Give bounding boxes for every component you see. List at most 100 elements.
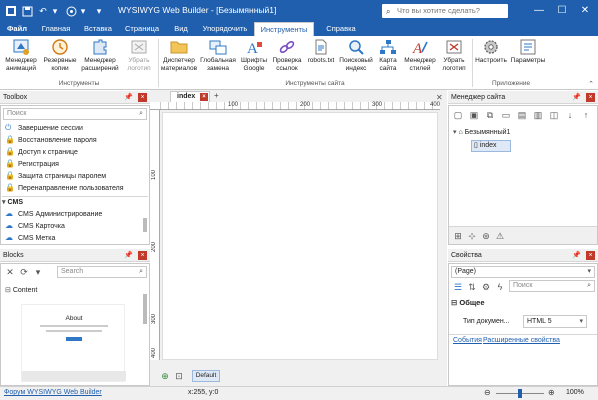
sort-icon[interactable]: ⇅ bbox=[465, 280, 479, 294]
extension-manager-button[interactable]: Менеджер расширений bbox=[80, 38, 120, 72]
search-index-button[interactable]: Поисковый индекс bbox=[338, 38, 374, 72]
new-tab-button[interactable]: + bbox=[214, 91, 219, 100]
animation-manager-button[interactable]: Менеджер анимаций bbox=[2, 38, 40, 72]
close-document-icon[interactable]: ✕ bbox=[436, 93, 443, 102]
toolbox-item[interactable]: ☁ CMS Администрирование bbox=[5, 208, 102, 220]
backup-button[interactable]: Резервные копии bbox=[42, 38, 78, 72]
pin-icon[interactable]: 📌 bbox=[124, 251, 133, 260]
page-icon[interactable]: ▭ bbox=[499, 108, 513, 122]
new-page-icon[interactable]: ▢ bbox=[451, 108, 465, 122]
toolbox-item[interactable]: 🔒 Доступ к странице bbox=[5, 146, 78, 158]
close-button[interactable]: ✕ bbox=[574, 2, 596, 20]
dropdown-icon[interactable]: ▾ bbox=[31, 265, 45, 279]
copy-page-icon[interactable]: ⧉ bbox=[483, 108, 497, 122]
save-icon[interactable] bbox=[20, 4, 34, 18]
tab-home[interactable]: Главная bbox=[36, 22, 76, 36]
blocks-close-button[interactable]: × bbox=[138, 251, 147, 260]
editor-scrollbar[interactable] bbox=[440, 110, 447, 360]
collapse-ribbon-icon[interactable]: ⌃ bbox=[588, 80, 594, 88]
pin-icon[interactable]: 📌 bbox=[572, 251, 581, 260]
properties-icon[interactable]: ▥ bbox=[531, 108, 545, 122]
dropdown-icon[interactable]: ▾ bbox=[48, 4, 62, 18]
site-map-button[interactable]: Карта сайта bbox=[374, 38, 402, 72]
default-layer-tab[interactable]: Default bbox=[192, 370, 220, 382]
style-manager-button[interactable]: A Менеджер стилей bbox=[402, 38, 438, 72]
wrench-icon[interactable]: ⚙ bbox=[479, 280, 493, 294]
lightning-icon[interactable]: ϟ bbox=[493, 280, 507, 294]
google-fonts-button[interactable]: A Шрифты Google bbox=[238, 38, 270, 72]
page-canvas[interactable] bbox=[162, 112, 438, 360]
toolbox-item[interactable]: ☁ CMS Метка bbox=[5, 232, 55, 244]
clear-icon[interactable]: ✕ bbox=[3, 265, 17, 279]
dropdown-icon[interactable]: ▾ bbox=[76, 4, 90, 18]
blocks-search-input[interactable]: Search ⌕ bbox=[57, 266, 147, 278]
svg-text:A: A bbox=[247, 41, 258, 56]
properties-section-general[interactable]: ⊟ Общее bbox=[451, 298, 485, 307]
tab-view[interactable]: Вид bbox=[166, 22, 196, 36]
tab-arrange[interactable]: Упорядочить bbox=[198, 22, 252, 36]
toolbox-item[interactable]: 🔒 Регистрация bbox=[5, 158, 59, 170]
categorized-icon[interactable]: ☰ bbox=[451, 280, 465, 294]
tab-help[interactable]: Справка bbox=[318, 22, 364, 36]
customize-icon[interactable]: ▾ bbox=[92, 4, 106, 18]
block-preview[interactable]: About bbox=[21, 304, 126, 382]
tab-insert[interactable]: Вставка bbox=[78, 22, 118, 36]
delete-icon[interactable]: ▤ bbox=[515, 108, 529, 122]
tell-me-search[interactable]: ⌕ Что вы хотите сделать? bbox=[382, 4, 508, 18]
refresh-icon[interactable]: ⟳ bbox=[17, 265, 31, 279]
zoom-slider-thumb[interactable] bbox=[518, 389, 522, 398]
zoom-out-button[interactable]: ⊖ bbox=[484, 388, 491, 397]
pin-icon[interactable]: 📌 bbox=[572, 93, 581, 102]
doctype-select[interactable]: HTML 5 ▾ bbox=[523, 315, 587, 328]
events-link[interactable]: События bbox=[453, 337, 482, 344]
pin-icon[interactable]: ⊹ bbox=[465, 229, 479, 243]
toolbox-scrollbar[interactable] bbox=[143, 218, 147, 232]
material-manager-button[interactable]: Диспетчер материалов bbox=[160, 38, 198, 72]
remove-logo-button[interactable]: Убрать логотип bbox=[122, 38, 156, 72]
tab-close-button[interactable]: × bbox=[200, 93, 208, 101]
parameters-button[interactable]: Параметры bbox=[508, 38, 548, 65]
tab-page[interactable]: Страница bbox=[120, 22, 164, 36]
tab-index[interactable]: index × bbox=[170, 91, 210, 102]
advanced-properties-link[interactable]: Расширенные свойства bbox=[483, 337, 560, 344]
toolbox-item[interactable]: ☁ CMS Карточка bbox=[5, 220, 65, 232]
toolbox-item[interactable]: 🔒 Защита страницы паролем bbox=[5, 170, 106, 182]
page-layers-icon[interactable]: ⊡ bbox=[172, 369, 186, 383]
site-tree-root[interactable]: ▾ ⌂ Безымянный1 bbox=[453, 128, 510, 136]
properties-search-input[interactable]: Поиск ⌕ bbox=[509, 280, 595, 292]
toolbox-item-label: Регистрация bbox=[18, 161, 59, 168]
remove-logo-site-button[interactable]: Убрать логотип bbox=[438, 38, 470, 72]
minimize-button[interactable]: — bbox=[528, 2, 550, 20]
global-replace-button[interactable]: Глобальная замена bbox=[198, 38, 238, 72]
toolbox-item[interactable]: 🔒 Восстановление пароля bbox=[5, 134, 97, 146]
site-tree-page[interactable]: ▯ index bbox=[471, 140, 511, 152]
settings-icon[interactable]: ⊛ bbox=[479, 229, 493, 243]
toolbox-close-button[interactable]: × bbox=[138, 93, 147, 102]
warning-icon[interactable]: ⚠ bbox=[493, 229, 507, 243]
forum-link[interactable]: Форум WYSIWYG Web Builder bbox=[4, 389, 102, 396]
sitemap-icon[interactable]: ⊞ bbox=[451, 229, 465, 243]
blocks-content-group[interactable]: ⊟ Content bbox=[5, 286, 37, 294]
add-page-icon[interactable]: ⊕ bbox=[158, 369, 172, 383]
toolbox-item[interactable]: ⏻ Завершение сессии bbox=[5, 122, 83, 134]
toolbox-search-input[interactable]: Поиск ⌕ bbox=[3, 108, 147, 120]
toolbox-section-cms[interactable]: ▾ CMS bbox=[2, 196, 148, 208]
maximize-button[interactable]: ☐ bbox=[551, 2, 573, 20]
link-check-button[interactable]: Проверка ссылок bbox=[270, 38, 304, 72]
tab-tools[interactable]: Инструменты bbox=[254, 22, 314, 36]
site-manager-close-button[interactable]: × bbox=[586, 93, 595, 102]
preview-icon[interactable]: ◫ bbox=[547, 108, 561, 122]
tab-file[interactable]: Файл bbox=[0, 22, 34, 36]
toolbox-item[interactable]: 🔒 Перенаправление пользователя bbox=[5, 182, 124, 194]
zoom-in-button[interactable]: ⊕ bbox=[548, 388, 555, 397]
move-down-icon[interactable]: ↓ bbox=[563, 108, 577, 122]
pin-icon[interactable]: 📌 bbox=[124, 93, 133, 102]
move-up-icon[interactable]: ↑ bbox=[579, 108, 593, 122]
new-folder-icon[interactable]: ▣ bbox=[467, 108, 481, 122]
robots-button[interactable]: robots.txt bbox=[304, 38, 338, 65]
settings-button[interactable]: Настроить bbox=[474, 38, 508, 65]
cloud-icon: ☁ bbox=[5, 233, 13, 242]
properties-close-button[interactable]: × bbox=[586, 251, 595, 260]
blocks-scrollbar[interactable] bbox=[143, 294, 147, 324]
properties-selector[interactable]: (Page) ▾ bbox=[451, 266, 595, 278]
